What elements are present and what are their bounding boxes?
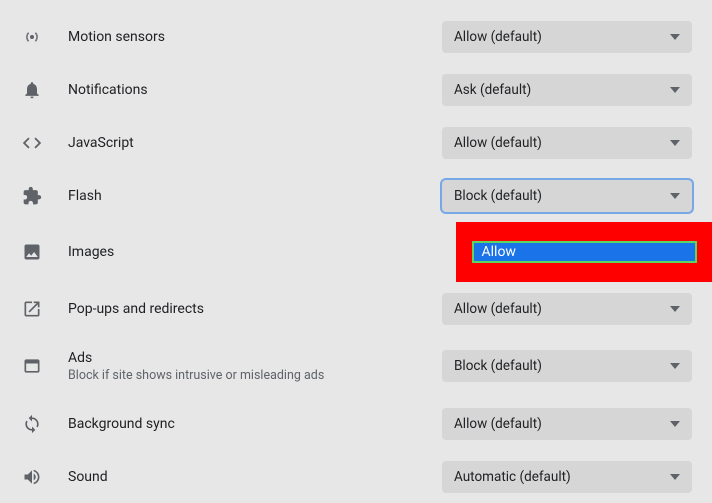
javascript-dropdown[interactable]: Allow (default) [442, 127, 692, 159]
setting-label: Ads [68, 350, 422, 366]
image-icon [20, 240, 44, 264]
setting-row-images: Images Allow [0, 222, 712, 282]
window-icon [20, 354, 44, 378]
chevron-down-icon [670, 474, 680, 480]
motion-sensors-dropdown[interactable]: Allow (default) [442, 21, 692, 53]
popups-dropdown[interactable]: Allow (default) [442, 293, 692, 325]
dropdown-value: Allow (default) [454, 135, 670, 151]
setting-row-notifications: Notifications Ask (default) [0, 63, 712, 116]
dropdown-value: Ask (default) [454, 82, 670, 98]
chevron-down-icon [670, 34, 680, 40]
setting-row-popups: Pop-ups and redirects Allow (default) [0, 282, 712, 335]
background-sync-dropdown[interactable]: Allow (default) [442, 408, 692, 440]
setting-row-flash: Flash Block (default) [0, 169, 712, 222]
flash-dropdown[interactable]: Block (default) [442, 180, 692, 212]
setting-label: Sound [68, 469, 422, 485]
site-settings-list: Motion sensors Allow (default) Notificat… [0, 0, 712, 503]
notifications-dropdown[interactable]: Ask (default) [442, 74, 692, 106]
setting-row-background-sync: Background sync Allow (default) [0, 397, 712, 450]
sound-dropdown[interactable]: Automatic (default) [442, 461, 692, 493]
setting-label: Background sync [68, 416, 422, 432]
images-option-allow[interactable]: Allow [472, 241, 697, 263]
chevron-down-icon [670, 363, 680, 369]
motion-sensors-icon [20, 25, 44, 49]
chevron-down-icon [670, 306, 680, 312]
setting-row-ads: Ads Block if site shows intrusive or mis… [0, 335, 712, 397]
chevron-down-icon [670, 193, 680, 199]
bell-icon [20, 78, 44, 102]
extension-icon [20, 184, 44, 208]
setting-row-sound: Sound Automatic (default) [0, 450, 712, 503]
chevron-down-icon [670, 87, 680, 93]
ads-dropdown[interactable]: Block (default) [442, 350, 692, 382]
images-highlight-callout: Allow [456, 222, 712, 282]
dropdown-value: Allow (default) [454, 301, 670, 317]
sync-icon [20, 412, 44, 436]
dropdown-value: Allow (default) [454, 29, 670, 45]
dropdown-value: Automatic (default) [454, 469, 670, 485]
setting-label: Motion sensors [68, 29, 422, 45]
dropdown-value: Block (default) [454, 188, 670, 204]
setting-sublabel: Block if site shows intrusive or mislead… [68, 368, 422, 383]
setting-label: JavaScript [68, 135, 422, 151]
chevron-down-icon [670, 421, 680, 427]
setting-label: Notifications [68, 82, 422, 98]
dropdown-value: Allow (default) [454, 416, 670, 432]
setting-label: Flash [68, 188, 422, 204]
sound-icon [20, 465, 44, 489]
setting-label: Images [68, 244, 432, 260]
dropdown-value: Block (default) [454, 358, 670, 374]
setting-row-javascript: JavaScript Allow (default) [0, 116, 712, 169]
option-label: Allow [482, 244, 516, 260]
chevron-down-icon [670, 140, 680, 146]
code-icon [20, 131, 44, 155]
open-in-new-icon [20, 297, 44, 321]
setting-row-motion-sensors: Motion sensors Allow (default) [0, 10, 712, 63]
setting-label: Pop-ups and redirects [68, 301, 422, 317]
